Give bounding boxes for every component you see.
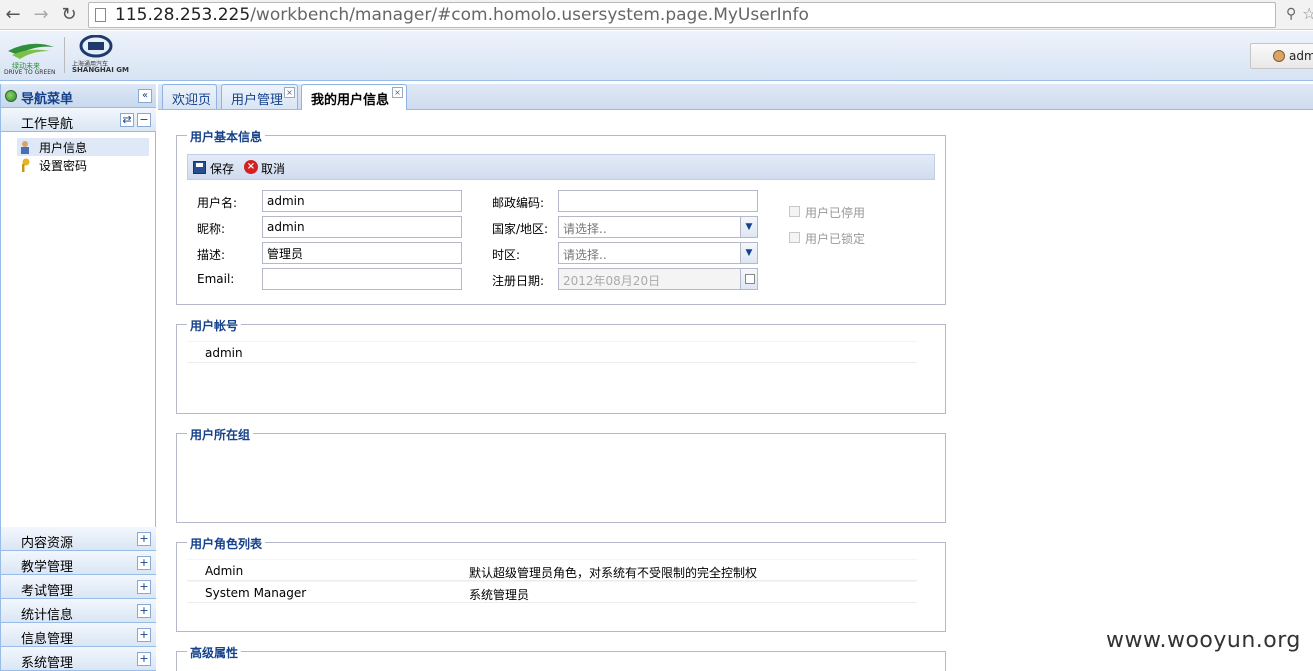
expand-icon[interactable]: + <box>137 628 151 642</box>
tab-bar: 欢迎页 用户管理 × 我的用户信息 × <box>158 84 1313 110</box>
groups-fieldset: 用户所在组 <box>176 426 946 523</box>
username-label: 用户名: <box>197 196 238 210</box>
roles-fieldset: 用户角色列表 Admin 默认超级管理员角色，对系统有不受限制的完全控制权 Sy… <box>176 535 946 632</box>
account-name: admin <box>205 346 243 360</box>
address-bar[interactable]: 115.28.253.225/workbench/manager/#com.ho… <box>88 2 1276 28</box>
cancel-icon: × <box>244 160 258 174</box>
roles-legend: 用户角色列表 <box>187 535 266 552</box>
forward-arrow-icon[interactable]: → <box>30 4 52 26</box>
panel-statistics[interactable]: 统计信息 + <box>1 599 156 623</box>
basic-info-legend: 用户基本信息 <box>187 128 266 145</box>
user-disabled-checkbox[interactable] <box>789 206 800 217</box>
user-menu-button[interactable]: adm <box>1250 43 1313 69</box>
role-description: 系统管理员 <box>469 588 530 602</box>
back-arrow-icon[interactable]: ← <box>2 4 24 26</box>
tab-my-user-info[interactable]: 我的用户信息 × <box>301 84 407 110</box>
calendar-icon <box>740 269 757 289</box>
sidebar-item-user-info[interactable]: 用户信息 <box>17 138 149 156</box>
pin-icon[interactable]: ⚲ <box>1286 6 1296 22</box>
user-icon <box>19 140 31 154</box>
user-disabled-label: 用户已停用 <box>805 206 866 220</box>
timezone-label: 时区: <box>492 248 521 262</box>
tab-user-management[interactable]: 用户管理 × <box>221 84 298 109</box>
globe-icon <box>5 90 17 102</box>
key-icon <box>19 158 31 172</box>
expand-icon[interactable]: + <box>137 580 151 594</box>
collapse-panel-button[interactable]: − <box>137 113 151 127</box>
username-field[interactable] <box>262 190 462 212</box>
nickname-label: 昵称: <box>197 222 226 236</box>
logo-divider <box>64 37 65 73</box>
groups-legend: 用户所在组 <box>187 426 254 443</box>
table-row[interactable]: Admin 默认超级管理员角色，对系统有不受限制的完全控制权 <box>187 559 917 581</box>
watermark: www.wooyun.org <box>1106 628 1301 653</box>
basic-info-fieldset: 用户基本信息 保存 × 取消 用户名: 昵称: 描述: Email: 邮政编码:… <box>176 128 946 305</box>
user-locked-label: 用户已锁定 <box>805 232 866 246</box>
advanced-fieldset: 高级属性 <box>176 644 946 671</box>
email-field[interactable] <box>262 268 462 290</box>
expand-icon[interactable]: + <box>137 532 151 546</box>
panel-content-resources[interactable]: 内容资源 + <box>1 527 156 551</box>
panel-label: 工作导航 <box>21 117 74 132</box>
register-date-label: 注册日期: <box>492 274 545 288</box>
role-name: System Manager <box>205 586 307 600</box>
chevron-down-icon[interactable]: ▼ <box>740 243 757 263</box>
country-select[interactable]: 请选择.. ▼ <box>558 216 758 238</box>
register-date-field: 2012年08月20日 <box>558 268 758 290</box>
panel-system-management[interactable]: 系统管理 + <box>1 647 156 671</box>
table-row[interactable]: admin <box>187 341 917 363</box>
expand-icon[interactable]: + <box>137 652 151 666</box>
panel-work-nav[interactable]: 工作导航 ⇄ − <box>1 108 156 132</box>
sidebar-title: 导航菜单 <box>21 92 74 107</box>
main-content: 欢迎页 用户管理 × 我的用户信息 × 用户基本信息 保存 × 取消 用户名: … <box>158 84 1313 671</box>
app-header: 绿动未来 DRIVE TO GREEN 上海通用汽车 SHANGHAI GM a… <box>0 31 1313 81</box>
close-icon[interactable]: × <box>392 87 403 98</box>
table-row[interactable]: System Manager 系统管理员 <box>187 581 917 603</box>
reload-icon[interactable]: ↻ <box>58 4 80 26</box>
form-toolbar: 保存 × 取消 <box>187 154 935 180</box>
drive-to-green-logo: 绿动未来 DRIVE TO GREEN <box>4 37 58 76</box>
role-name: Admin <box>205 564 244 578</box>
email-label: Email: <box>197 272 235 286</box>
user-name: adm <box>1289 49 1313 63</box>
save-button[interactable]: 保存 <box>193 159 237 177</box>
panel-exam[interactable]: 考试管理 + <box>1 575 156 599</box>
expand-icon[interactable]: + <box>137 604 151 618</box>
sidebar-header: 导航菜单 « <box>1 84 156 108</box>
close-icon[interactable]: × <box>284 87 295 98</box>
tab-welcome[interactable]: 欢迎页 <box>162 84 217 109</box>
accounts-legend: 用户帐号 <box>187 317 242 334</box>
description-field[interactable] <box>262 242 462 264</box>
timezone-select[interactable]: 请选择.. ▼ <box>558 242 758 264</box>
browser-toolbar: ← → ↻ 115.28.253.225/workbench/manager/#… <box>0 0 1313 30</box>
shanghai-gm-logo: 上海通用汽车 SHANGHAI GM <box>70 34 130 75</box>
panel-info-management[interactable]: 信息管理 + <box>1 623 156 647</box>
panel-teaching[interactable]: 教学管理 + <box>1 551 156 575</box>
page-icon <box>95 8 106 22</box>
url-text: 115.28.253.225/workbench/manager/#com.ho… <box>115 5 809 25</box>
country-label: 国家/地区: <box>492 222 549 236</box>
description-label: 描述: <box>197 248 226 262</box>
collapse-sidebar-button[interactable]: « <box>138 89 152 103</box>
star-icon[interactable]: ☆ <box>1302 4 1313 23</box>
expand-icon[interactable]: + <box>137 556 151 570</box>
role-description: 默认超级管理员角色，对系统有不受限制的完全控制权 <box>469 566 758 580</box>
advanced-legend: 高级属性 <box>187 644 242 661</box>
postcode-field[interactable] <box>558 190 758 212</box>
sidebar-item-set-password[interactable]: 设置密码 <box>17 156 149 174</box>
refresh-icon[interactable]: ⇄ <box>120 113 134 127</box>
postcode-label: 邮政编码: <box>492 196 545 210</box>
sidebar: 导航菜单 « 工作导航 ⇄ − 用户信息 设置密码 内容资源 + 教学管理 + … <box>0 84 156 671</box>
nickname-field[interactable] <box>262 216 462 238</box>
accounts-fieldset: 用户帐号 admin <box>176 317 946 414</box>
user-locked-checkbox[interactable] <box>789 232 800 243</box>
chevron-down-icon[interactable]: ▼ <box>740 217 757 237</box>
cancel-button[interactable]: × 取消 <box>244 159 288 177</box>
save-icon <box>193 161 206 174</box>
user-avatar-icon <box>1273 50 1285 62</box>
